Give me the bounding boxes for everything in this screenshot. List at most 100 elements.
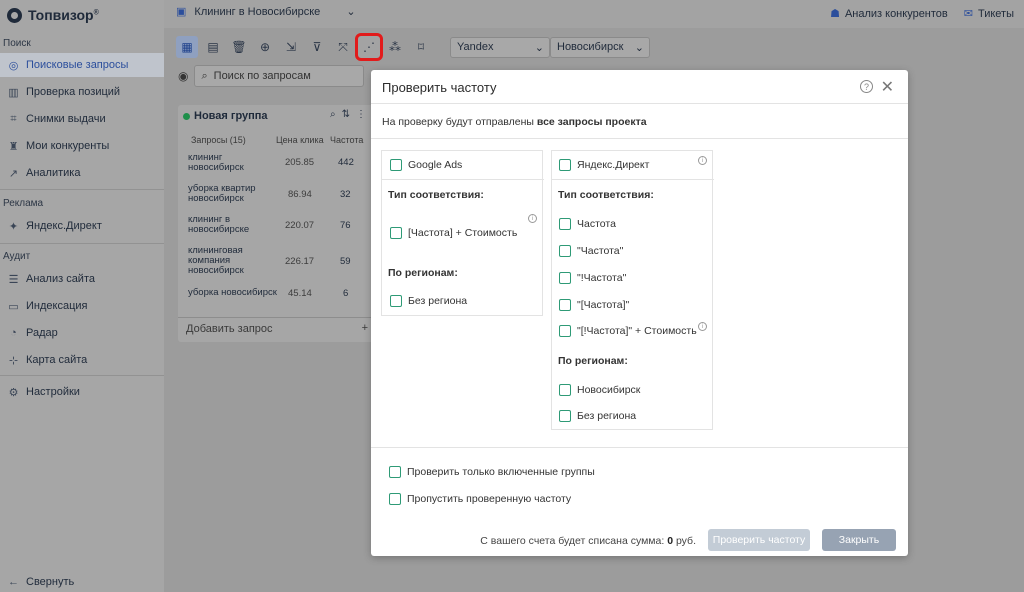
direct-match-option[interactable]: "[!Частота]" + Стоимость <box>559 325 697 337</box>
sidebar-item-label: Снимки выдачи <box>26 113 106 125</box>
yandex-direct-checkbox[interactable]: Яндекс.Директ <box>559 159 649 171</box>
tickets-link[interactable]: ✉ Тикеты <box>964 7 1014 20</box>
plus-icon[interactable]: + <box>362 322 368 334</box>
sidebar-item-competitors[interactable]: ♜ Мои конкуренты <box>0 134 164 158</box>
enabled-groups-option[interactable]: Проверить только включенные группы <box>389 466 595 478</box>
sidebar-item-site-analysis[interactable]: ☰ Анализ сайта <box>0 267 164 291</box>
direct-region-option[interactable]: Без региона <box>559 410 636 422</box>
checkbox[interactable] <box>559 299 571 311</box>
search-input[interactable]: ⌕ Поиск по запросам <box>194 65 365 87</box>
checkbox-label: Без региона <box>408 295 468 307</box>
checkbox[interactable] <box>390 295 402 307</box>
checkbox[interactable] <box>390 159 402 171</box>
radar-icon: ◔ <box>10 327 17 339</box>
export-icon[interactable]: ⇲ <box>280 36 302 58</box>
eye-icon[interactable]: ◉ <box>178 69 188 83</box>
checkbox[interactable] <box>389 466 401 478</box>
google-region-option[interactable]: Без региона <box>390 295 467 307</box>
briefcase-icon: ▣ <box>176 6 187 18</box>
direct-match-option[interactable]: "!Частота" <box>559 272 626 284</box>
checkbox-label: Без региона <box>577 410 637 422</box>
checkbox[interactable] <box>559 272 571 284</box>
checkbox[interactable] <box>390 227 402 239</box>
table-row-query[interactable]: клининговая компания новосибирск <box>188 246 280 276</box>
info-icon[interactable]: i <box>528 214 537 223</box>
more-icon[interactable]: ⋮ <box>356 109 366 120</box>
sidebar-item-positions[interactable]: ▥ Проверка позиций <box>0 80 164 104</box>
chevron-down-icon: ⌄ <box>534 42 544 54</box>
sidebar-item-indexation[interactable]: ▭ Индексация <box>0 294 164 318</box>
sidebar-item-queries[interactable]: ◎ Поисковые запросы <box>0 53 164 77</box>
check-frequency-button[interactable]: Проверить частоту <box>708 529 810 551</box>
trash-icon[interactable]: 🗑 <box>228 36 250 58</box>
help-icon[interactable]: ? <box>860 80 873 93</box>
gear-icon: ⚙ <box>8 386 19 399</box>
checkbox[interactable] <box>559 218 571 230</box>
checkbox[interactable] <box>559 384 571 396</box>
info-icon[interactable]: i <box>698 322 707 331</box>
region-select[interactable]: Новосибирск ⌄ <box>550 37 650 58</box>
project-selector[interactable]: ▣ Клининг в Новосибирске ⌄ <box>176 5 356 19</box>
add-icon[interactable]: ⊕ <box>254 36 276 58</box>
cost-icon[interactable]: ⁂ <box>384 36 406 58</box>
direct-match-option[interactable]: "Частота" <box>559 245 623 257</box>
sidebar-item-direct[interactable]: ✦ Яндекс.Директ <box>0 214 164 238</box>
logo[interactable]: Топвизор® <box>7 6 99 24</box>
table-row-price: 45.14 <box>288 288 312 299</box>
sidebar-item-settings[interactable]: ⚙ Настройки <box>0 380 164 404</box>
section-title-ads: Реклама <box>3 198 44 209</box>
sidebar: Топвизор® Поиск ◎ Поисковые запросы ▥ Пр… <box>0 0 164 592</box>
add-query-input[interactable]: Добавить запрос + <box>178 317 374 339</box>
checkbox[interactable] <box>559 159 571 171</box>
direct-region-option[interactable]: Новосибирск <box>559 384 640 396</box>
bookmark-icon[interactable]: ⌑ <box>410 36 432 58</box>
checkbox[interactable] <box>559 325 571 337</box>
sidebar-item-label: Мои конкуренты <box>26 140 110 152</box>
match-type-title: Тип соответствия: <box>388 189 484 201</box>
checkbox[interactable] <box>389 493 401 505</box>
divider <box>371 447 908 448</box>
sidebar-item-snapshots[interactable]: ⌗ Снимки выдачи <box>0 107 164 131</box>
table-row-query[interactable]: клининг в новосибирске <box>188 215 280 235</box>
sidebar-item-analytics[interactable]: ↗ Аналитика <box>0 161 164 185</box>
google-match-option[interactable]: [Частота] + Стоимость <box>390 227 517 239</box>
sidebar-item-label: Анализ сайта <box>26 273 95 285</box>
table-row-price: 226.17 <box>285 256 315 267</box>
filter-icon[interactable]: ⊽ <box>306 36 328 58</box>
grid-view-icon[interactable]: ▦ <box>176 36 198 58</box>
add-query-label: Добавить запрос <box>186 323 273 335</box>
check-frequency-icon[interactable]: ⋰ <box>355 33 383 61</box>
sidebar-divider <box>0 189 164 190</box>
expand-icon[interactable]: ⤧ <box>332 36 354 58</box>
table-row-price: 205.85 <box>285 157 315 168</box>
competitors-link[interactable]: ☗ Анализ конкурентов <box>830 7 948 20</box>
google-ads-checkbox[interactable]: Google Ads <box>390 159 462 171</box>
search-icon: ⌕ <box>201 69 208 82</box>
table-row-query[interactable]: клининг новосибирск <box>188 153 280 173</box>
sidebar-item-label: Проверка позиций <box>26 86 121 98</box>
direct-icon: ✦ <box>8 220 19 233</box>
columns-icon[interactable]: ▤ <box>202 36 224 58</box>
sort-icon[interactable]: ⇅ <box>342 109 350 120</box>
checkbox[interactable] <box>559 245 571 257</box>
table-row-query[interactable]: уборка новосибирск <box>188 288 288 298</box>
sidebar-item-sitemap[interactable]: ⊹ Карта сайта <box>0 348 164 372</box>
info-icon[interactable]: i <box>698 156 707 165</box>
table-row-freq: 32 <box>340 189 351 200</box>
sidebar-item-radar[interactable]: ◔ Радар <box>0 321 164 345</box>
checkbox-label: Проверить только включенные группы <box>407 466 595 478</box>
modal-info: На проверку будут отправлены все запросы… <box>382 116 647 128</box>
sidebar-collapse-button[interactable]: ← Свернуть <box>0 570 164 592</box>
engine-select[interactable]: Yandex ⌄ <box>450 37 550 58</box>
skip-checked-option[interactable]: Пропустить проверенную частоту <box>389 493 571 505</box>
checkbox-label: "[Частота]" <box>577 299 630 311</box>
close-button[interactable]: Закрыть <box>822 529 896 551</box>
checkbox-label: [Частота] + Стоимость <box>408 227 518 239</box>
table-row-query[interactable]: уборка квартир новосибирск <box>188 184 280 204</box>
queries-icon: ◎ <box>8 59 19 72</box>
direct-match-option[interactable]: "[Частота]" <box>559 299 629 311</box>
search-icon[interactable]: ⌕ <box>330 109 336 120</box>
direct-match-option[interactable]: Частота <box>559 218 616 230</box>
close-icon[interactable]: ✕ <box>881 77 894 97</box>
checkbox[interactable] <box>559 410 571 422</box>
